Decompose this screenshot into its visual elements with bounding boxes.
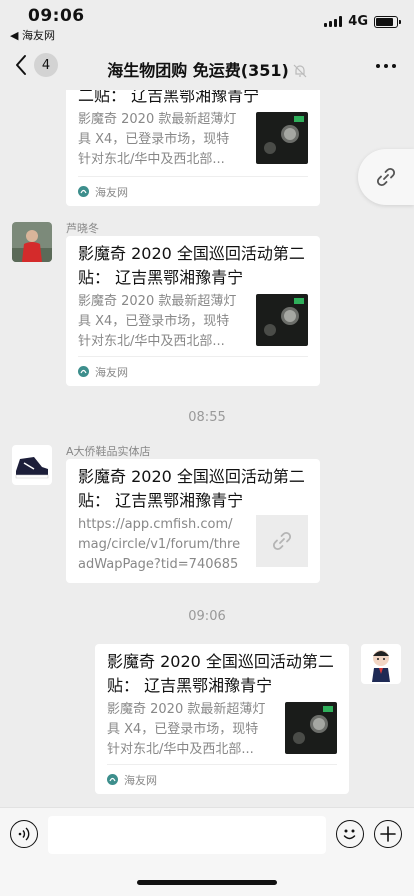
card-description: 影魔奇 2020 款最新超薄灯具 X4，已登录市场，现特针对东北/华中及西北部.… xyxy=(107,702,266,757)
back-to-app-link[interactable]: ◀ 海友网 xyxy=(10,27,55,43)
card-source-label: 海友网 xyxy=(95,185,128,199)
card-source-label: 海友网 xyxy=(95,365,128,379)
avatar[interactable] xyxy=(12,222,52,262)
card-description: 影魔奇 2020 款最新超薄灯具 X4，已登录市场，现特针对东北/华中及西北部.… xyxy=(78,294,237,349)
more-button[interactable] xyxy=(376,64,396,68)
emoji-button[interactable] xyxy=(336,820,364,848)
avatar[interactable] xyxy=(361,644,401,684)
chat-title: 海生物团购 免运费(351) xyxy=(0,57,414,81)
timestamp: 09:06 xyxy=(188,609,226,624)
card-source: 海友网 xyxy=(78,176,308,206)
link-card-message[interactable]: 影魔奇 2020 全国巡回活动第二贴： 辽吉黑鄂湘豫青宁 影魔奇 2020 款最… xyxy=(95,644,349,794)
card-description: 影魔奇 2020 款最新超薄灯具 X4，已登录市场，现特针对东北/华中及西北部.… xyxy=(78,112,237,167)
chat-header: 4 海生物团购 免运费(351) xyxy=(0,44,414,90)
battery-icon xyxy=(374,15,401,28)
link-icon xyxy=(272,531,292,551)
card-title: 二贴： 辽吉黑鄂湘豫青宁 xyxy=(78,90,260,105)
bell-off-icon xyxy=(293,64,307,78)
status-bar: 09:06 ◀ 海友网 4G xyxy=(0,0,414,44)
emoji-icon xyxy=(343,829,356,840)
sender-name: 芦晓冬 xyxy=(66,222,99,235)
card-thumbnail xyxy=(256,294,308,346)
voice-icon xyxy=(18,827,30,841)
floating-link-button[interactable] xyxy=(358,149,414,205)
card-thumbnail xyxy=(256,515,308,567)
card-source: 海友网 xyxy=(78,356,308,386)
signal-icon xyxy=(324,16,343,27)
card-url: https://app.cmfish.com/mag/circle/v1/for… xyxy=(78,517,241,572)
haiyou-logo-icon xyxy=(78,186,89,197)
more-dots-icon xyxy=(376,64,380,68)
link-card-message[interactable]: 影魔奇 2020 全国巡回活动第二贴： 辽吉黑鄂湘豫青宁 https://app… xyxy=(66,459,320,583)
chat-title-text: 海生物团购 免运费(351) xyxy=(107,61,289,80)
link-icon xyxy=(376,167,396,187)
card-title: 影魔奇 2020 全国巡回活动第二贴： 辽吉黑鄂湘豫青宁 xyxy=(107,652,334,695)
card-title: 影魔奇 2020 全国巡回活动第二贴： 辽吉黑鄂湘豫青宁 xyxy=(78,467,305,510)
message-list[interactable]: 二贴： 辽吉黑鄂湘豫青宁 影魔奇 2020 款最新超薄灯具 X4，已登录市场，现… xyxy=(0,90,414,807)
voice-button[interactable] xyxy=(10,820,38,848)
avatar[interactable] xyxy=(12,445,52,485)
plus-icon xyxy=(380,826,396,842)
sender-name: A大侨鞋品实体店 xyxy=(66,445,151,458)
status-indicators: 4G xyxy=(324,14,401,29)
home-indicator xyxy=(137,880,277,885)
card-title: 影魔奇 2020 全国巡回活动第二贴： 辽吉黑鄂湘豫青宁 xyxy=(78,244,305,287)
card-source: 海友网 xyxy=(107,764,337,794)
card-thumbnail xyxy=(256,112,308,164)
haiyou-logo-icon xyxy=(107,774,118,785)
card-source-label: 海友网 xyxy=(124,773,157,787)
status-time: 09:06 xyxy=(28,6,85,26)
link-card-message[interactable]: 影魔奇 2020 全国巡回活动第二贴： 辽吉黑鄂湘豫青宁 影魔奇 2020 款最… xyxy=(66,236,320,386)
plus-button[interactable] xyxy=(374,820,402,848)
haiyou-logo-icon xyxy=(78,366,89,377)
battery-level xyxy=(376,17,393,26)
card-thumbnail xyxy=(285,702,337,754)
message-input[interactable] xyxy=(48,816,326,854)
network-type: 4G xyxy=(348,14,368,29)
timestamp: 08:55 xyxy=(188,410,226,425)
link-card-message[interactable]: 二贴： 辽吉黑鄂湘豫青宁 影魔奇 2020 款最新超薄灯具 X4，已登录市场，现… xyxy=(66,90,320,206)
